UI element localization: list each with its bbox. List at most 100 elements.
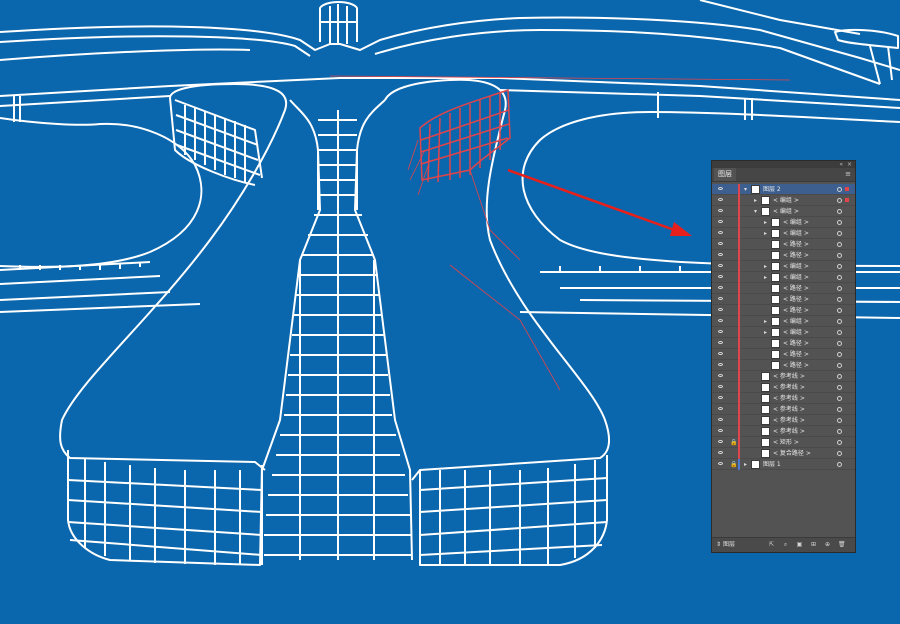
target-circle-icon[interactable] [837, 352, 842, 357]
layer-row[interactable]: < 路径 > [712, 360, 855, 371]
visibility-eye-icon[interactable] [718, 209, 723, 212]
expand-arrow-icon[interactable]: ▸ [744, 460, 747, 469]
layer-row[interactable]: < 路径 > [712, 239, 855, 250]
layer-name[interactable]: < 路径 > [783, 305, 809, 316]
expand-arrow-icon[interactable]: ▸ [764, 317, 767, 326]
expand-arrow-icon[interactable]: ▸ [754, 196, 757, 205]
target-circle-icon[interactable] [837, 385, 842, 390]
expand-arrow-icon[interactable]: ▸ [764, 273, 767, 282]
target-circle-icon[interactable] [837, 220, 842, 225]
layer-name[interactable]: < 路径 > [783, 239, 809, 250]
target-circle-icon[interactable] [837, 242, 842, 247]
locate-object-icon[interactable]: ⌕ [782, 541, 789, 548]
visibility-eye-icon[interactable] [718, 220, 723, 223]
layer-name[interactable]: < 参考线 > [773, 426, 805, 437]
layer-row[interactable]: < 路径 > [712, 338, 855, 349]
visibility-eye-icon[interactable] [718, 396, 723, 399]
layer-row[interactable]: ▸ < 编组 > [712, 316, 855, 327]
visibility-eye-icon[interactable] [718, 253, 723, 256]
visibility-eye-icon[interactable] [718, 330, 723, 333]
visibility-eye-icon[interactable] [718, 363, 723, 366]
layers-panel[interactable]: « × 图层 ≡ ▾ 图层 2 ▸ < 编组 > ▾ < 编组 > ▸ < 编组 > ▸ < 编组… [711, 160, 856, 553]
layer-name[interactable]: < 参考线 > [773, 404, 805, 415]
visibility-eye-icon[interactable] [718, 418, 723, 421]
expand-arrow-icon[interactable]: ▸ [764, 262, 767, 271]
visibility-eye-icon[interactable] [718, 429, 723, 432]
lock-icon[interactable]: 🔒 [730, 461, 737, 468]
visibility-eye-icon[interactable] [718, 440, 723, 443]
layer-row[interactable]: ▸ < 编组 > [712, 217, 855, 228]
target-circle-icon[interactable] [837, 374, 842, 379]
visibility-eye-icon[interactable] [718, 308, 723, 311]
layer-name[interactable]: < 路径 > [783, 250, 809, 261]
layer-name[interactable]: < 路径 > [783, 349, 809, 360]
visibility-eye-icon[interactable] [718, 451, 723, 454]
target-circle-icon[interactable] [837, 341, 842, 346]
layer-name[interactable]: < 编组 > [783, 217, 809, 228]
expand-arrow-icon[interactable]: ▸ [764, 328, 767, 337]
layer-row[interactable]: 🔒 ▸ 图层 1 [712, 459, 855, 470]
layer-name[interactable]: < 编组 > [773, 195, 799, 206]
layer-name[interactable]: < 编组 > [783, 316, 809, 327]
layer-name[interactable]: < 路径 > [783, 338, 809, 349]
visibility-eye-icon[interactable] [718, 198, 723, 201]
layer-name[interactable]: < 参考线 > [773, 415, 805, 426]
layer-row[interactable]: < 参考线 > [712, 415, 855, 426]
layer-row[interactable]: ▾ < 编组 > [712, 206, 855, 217]
visibility-eye-icon[interactable] [718, 242, 723, 245]
layer-name[interactable]: < 编组 > [783, 272, 809, 283]
target-circle-icon[interactable] [837, 231, 842, 236]
target-circle-icon[interactable] [837, 209, 842, 214]
layer-name[interactable]: < 编组 > [783, 327, 809, 338]
tab-layers[interactable]: 图层 [714, 168, 736, 181]
visibility-eye-icon[interactable] [718, 297, 723, 300]
layer-row[interactable]: < 参考线 > [712, 426, 855, 437]
panel-menu-icon[interactable]: ≡ [845, 170, 851, 178]
visibility-eye-icon[interactable] [718, 231, 723, 234]
lock-icon[interactable]: 🔒 [730, 439, 737, 446]
collapse-arrow-icon[interactable]: ▾ [744, 185, 747, 194]
layer-name[interactable]: < 复合路径 > [773, 448, 811, 459]
visibility-eye-icon[interactable] [718, 374, 723, 377]
close-icon[interactable]: × [847, 161, 852, 168]
layer-name[interactable]: < 参考线 > [773, 393, 805, 404]
expand-arrow-icon[interactable]: ▸ [764, 218, 767, 227]
target-circle-icon[interactable] [837, 253, 842, 258]
visibility-eye-icon[interactable] [718, 275, 723, 278]
target-circle-icon[interactable] [837, 418, 842, 423]
layer-row[interactable]: < 路径 > [712, 283, 855, 294]
selection-indicator[interactable] [845, 187, 849, 191]
visibility-eye-icon[interactable] [718, 352, 723, 355]
layer-row[interactable]: < 路径 > [712, 305, 855, 316]
layer-row[interactable]: < 参考线 > [712, 404, 855, 415]
target-circle-icon[interactable] [837, 286, 842, 291]
target-circle-icon[interactable] [837, 319, 842, 324]
visibility-eye-icon[interactable] [718, 187, 723, 190]
layer-name[interactable]: 图层 2 [763, 184, 781, 195]
layer-name[interactable]: < 参考线 > [773, 382, 805, 393]
layer-row[interactable]: < 路径 > [712, 250, 855, 261]
target-circle-icon[interactable] [837, 462, 842, 467]
target-circle-icon[interactable] [837, 440, 842, 445]
target-circle-icon[interactable] [837, 275, 842, 280]
target-circle-icon[interactable] [837, 297, 842, 302]
layer-name[interactable]: 图层 1 [763, 459, 781, 470]
clipping-mask-icon[interactable]: ▣ [796, 541, 803, 548]
layer-name[interactable]: < 矩形 > [773, 437, 799, 448]
target-circle-icon[interactable] [837, 451, 842, 456]
selection-indicator[interactable] [845, 198, 849, 202]
layer-row[interactable]: ▾ 图层 2 [712, 184, 855, 195]
layer-row[interactable]: < 复合路径 > [712, 448, 855, 459]
layer-name[interactable]: < 编组 > [773, 206, 799, 217]
expand-arrow-icon[interactable]: ▸ [764, 229, 767, 238]
collapse-arrow-icon[interactable]: ▾ [754, 207, 757, 216]
target-circle-icon[interactable] [837, 198, 842, 203]
layer-row[interactable]: ▸ < 编组 > [712, 261, 855, 272]
delete-icon[interactable]: 🗑 [838, 541, 846, 548]
layer-row[interactable]: 🔒 < 矩形 > [712, 437, 855, 448]
visibility-eye-icon[interactable] [718, 341, 723, 344]
target-circle-icon[interactable] [837, 187, 842, 192]
layer-name[interactable]: < 路径 > [783, 283, 809, 294]
layer-name[interactable]: < 参考线 > [773, 371, 805, 382]
layer-row[interactable]: ▸ < 编组 > [712, 195, 855, 206]
